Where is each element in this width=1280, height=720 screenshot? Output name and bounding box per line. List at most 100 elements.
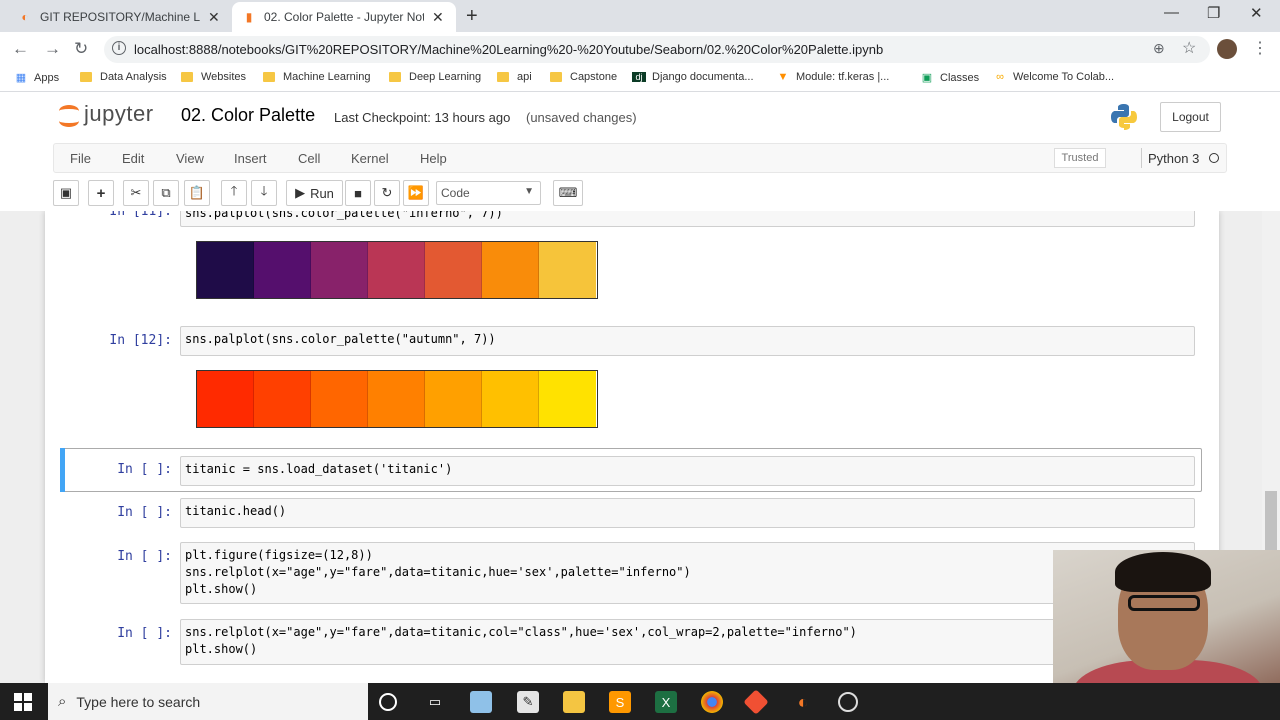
code-cell-input[interactable]: sns.palplot(sns.color_palette("inferno",… [180,211,1195,227]
bookmark-deep-learning[interactable]: Deep Learning [389,71,481,83]
classroom-icon: ▣ [921,72,933,84]
info-icon[interactable]: i [112,41,126,55]
cortana-icon[interactable] [379,693,397,711]
bookmark-capstone[interactable]: Capstone [550,71,617,83]
bookmark-api[interactable]: api [497,71,532,83]
zoom-icon[interactable]: ⊕ [1153,40,1165,57]
restart-run-all-icon[interactable]: ⏩ [403,180,429,206]
folder-icon [263,72,275,82]
sublime-icon[interactable]: S [609,691,631,713]
taskbar-search[interactable]: ⌕ Type here to search [48,683,368,720]
webcam-hair [1115,552,1211,592]
palette-swatch [482,371,539,427]
folder-icon [389,72,401,82]
notebook-title[interactable]: 02. Color Palette [181,105,315,126]
play-icon: ▶ [295,185,306,200]
folder-icon [497,72,509,82]
logout-button[interactable]: Logout [1160,102,1221,132]
menu-cell[interactable]: Cell [298,151,320,166]
menu-insert[interactable]: Insert [234,151,267,166]
browser-tab-git-repository[interactable]: ◐ GIT REPOSITORY/Machine Learni ✕ [8,2,230,32]
windows-start-icon[interactable] [14,693,32,711]
folder-icon [80,72,92,82]
palette-swatch [368,242,425,298]
insert-cell-icon[interactable]: + [88,180,114,206]
copy-icon[interactable]: ⧉ [153,180,179,206]
cell-type-select[interactable]: Code ▼ [436,181,541,205]
trusted-indicator[interactable]: Trusted [1054,148,1106,168]
menu-help[interactable]: Help [420,151,447,166]
menu-file[interactable]: File [70,151,91,166]
save-icon[interactable]: ▣ [53,180,79,206]
jupyter-icon[interactable]: ◐ [792,691,814,713]
cell-type-value: Code [441,186,470,200]
command-palette-icon[interactable]: ⌨ [553,180,583,206]
menu-view[interactable]: View [176,151,204,166]
git-icon[interactable] [743,689,769,715]
run-button[interactable]: ▶ Run [286,180,343,206]
code-cell-input[interactable]: sns.palplot(sns.color_palette("autumn", … [180,326,1195,356]
bookmark-colab[interactable]: ∞ Welcome To Colab... [993,71,1114,83]
bookmark-star-icon[interactable]: ☆ [1182,38,1196,58]
interrupt-icon[interactable]: ■ [345,180,371,206]
unsaved-status: (unsaved changes) [526,110,637,125]
palette-swatch [197,371,254,427]
bookmark-label: Deep Learning [409,71,482,83]
bookmark-machine-learning[interactable]: Machine Learning [263,71,370,83]
cell-prompt: In [12]: [109,333,172,348]
cell-prompt: In [ ]: [117,505,172,520]
task-view-icon[interactable]: ▭ [424,691,446,713]
code-cell-input[interactable]: titanic.head() [180,498,1195,528]
restore-icon[interactable]: ❐ [1207,4,1220,22]
forward-icon[interactable]: → [44,39,61,59]
restart-icon[interactable]: ↻ [374,180,400,206]
reload-icon[interactable]: ↻ [74,39,88,59]
bookmark-label: Data Analysis [100,71,167,83]
palette-swatch [254,371,311,427]
code-cell-input[interactable]: plt.figure(figsize=(12,8)) sns.relplot(x… [180,542,1195,604]
code-text: titanic = sns.load_dataset('titanic') [185,462,453,476]
notepad-icon[interactable] [470,691,492,713]
bookmark-data-analysis[interactable]: Data Analysis [80,71,167,83]
menu-edit[interactable]: Edit [122,151,144,166]
window-close-icon[interactable]: ✕ [1250,4,1263,22]
chrome-icon[interactable] [701,691,723,713]
paste-icon[interactable]: 📋 [184,180,210,206]
bookmark-apps[interactable]: ▦ Apps [14,71,59,85]
url-bar[interactable]: i localhost:8888/notebooks/GIT%20REPOSIT… [104,36,1210,63]
bookmark-django[interactable]: dj Django documenta... [632,71,754,83]
bookmark-tf-keras[interactable]: ▼ Module: tf.keras |... [776,71,890,83]
close-icon[interactable]: ✕ [432,9,444,26]
jupyter-logo-text: jupyter [84,101,154,126]
folder-icon [181,72,193,82]
code-cell-input[interactable]: titanic = sns.load_dataset('titanic') [180,456,1195,486]
menu-kernel[interactable]: Kernel [351,151,389,166]
search-placeholder: Type here to search [76,693,201,710]
profile-avatar[interactable] [1217,39,1237,59]
back-icon[interactable]: ← [12,39,29,59]
paint-icon[interactable]: ✎ [517,691,539,713]
code-cell-input[interactable]: sns.relplot(x="age",y="fare",data=titani… [180,619,1195,665]
bookmark-label: Classes [940,71,980,84]
bookmark-label: Django documenta... [652,71,754,83]
new-tab-icon[interactable]: + [466,5,478,28]
bookmark-classes[interactable]: ▣ Classes [920,71,980,85]
cut-icon[interactable]: ✂ [123,180,149,206]
file-explorer-icon[interactable] [563,691,585,713]
obs-icon[interactable] [838,692,858,712]
tab-title: GIT REPOSITORY/Machine Learni [40,10,200,24]
browser-tab-color-palette[interactable]: ▮ 02. Color Palette - Jupyter Notebo ✕ [232,2,456,32]
minimize-icon[interactable]: — [1164,4,1179,21]
jupyter-logo[interactable]: jupyter [58,101,154,127]
move-up-icon[interactable]: 🡑 [221,180,247,206]
bookmark-websites[interactable]: Websites [181,71,246,83]
move-down-icon[interactable]: 🡓 [251,180,277,206]
kernel-name: Python 3 [1148,150,1200,166]
close-icon[interactable]: ✕ [208,9,220,26]
excel-icon[interactable]: X [655,691,677,713]
menu-kebab-icon[interactable]: ⋮ [1252,38,1268,58]
palette-swatch [425,371,482,427]
code-text: sns.relplot(x="age",y="fare",data=titani… [185,625,857,656]
webcam-glasses [1128,595,1200,611]
scrollbar-thumb[interactable] [1265,491,1277,551]
